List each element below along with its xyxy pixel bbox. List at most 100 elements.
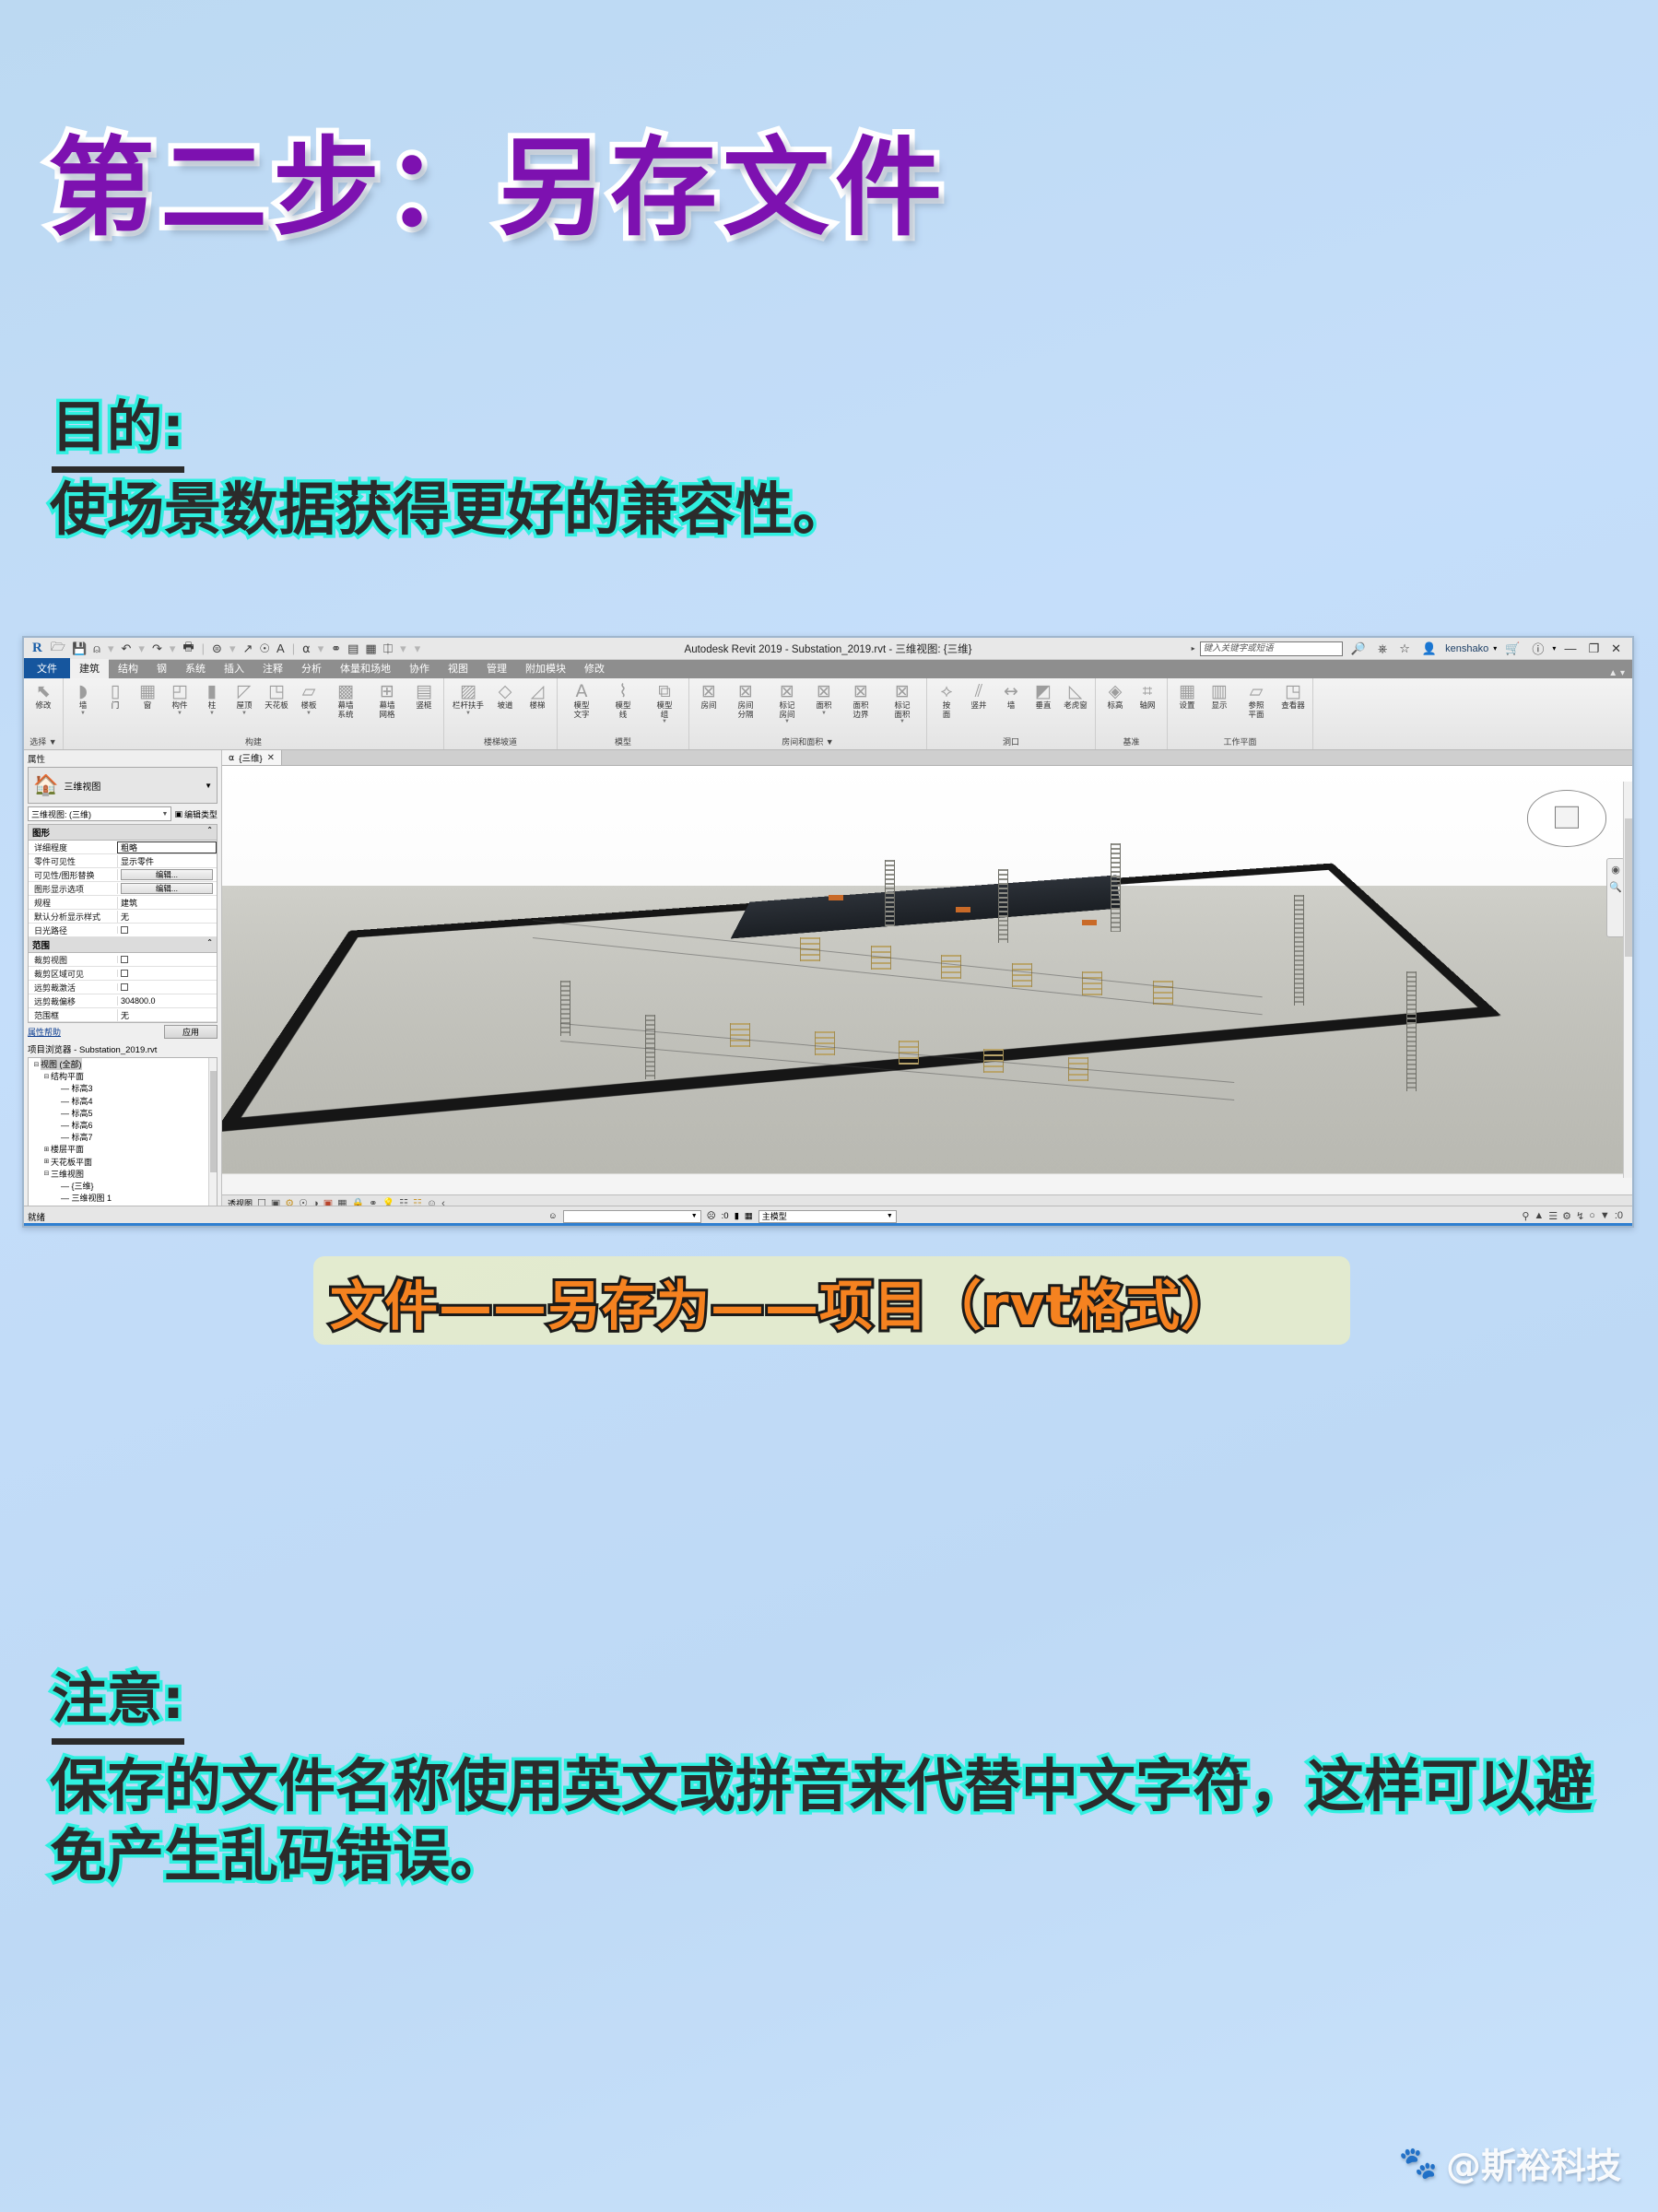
workset-combobox[interactable]: 主模型 ▼: [758, 1209, 897, 1223]
checkbox[interactable]: [121, 970, 128, 977]
ribbon-panels[interactable]: ⬉ 修改 选择 ▼ ◗ 墙 ▼ ▯ 门 ▦ 窗 ◰ 构件 ▼ ▮ 柱 ▼ ◸ 屋顶 ▼ ◳ 天花板 ▱ 楼板 ▼ ▩ 幕墙 系统 ⊞ 幕…: [24, 678, 1632, 750]
ribbon-button[interactable]: ⬉ 修改: [28, 681, 59, 711]
tab-massing-site[interactable]: 体量和场地: [331, 659, 400, 678]
property-row[interactable]: 范围框 无: [29, 1008, 217, 1022]
chevron-down-icon[interactable]: ▼: [177, 711, 182, 717]
tree-item[interactable]: ⊞ 楼层平面: [29, 1143, 217, 1155]
tree-item[interactable]: — {三维}: [29, 1180, 217, 1192]
collapse-icon[interactable]: ⊟: [32, 1061, 41, 1068]
type-selector-combobox[interactable]: 三维视图: (三维) ▼: [28, 806, 172, 821]
checkbox[interactable]: [121, 926, 128, 934]
property-value[interactable]: 建筑: [117, 896, 217, 909]
ribbon-button[interactable]: ⫽ 竖井: [963, 681, 994, 711]
tree-item[interactable]: ⊟ 结构平面: [29, 1070, 217, 1082]
tree-item[interactable]: ⊞ 天花板平面: [29, 1156, 217, 1168]
navigation-bar[interactable]: ◉ 🔍: [1606, 858, 1625, 937]
edit-type-button[interactable]: ▣ 编辑类型: [174, 808, 218, 820]
property-row[interactable]: 远剪裁激活: [29, 981, 217, 994]
property-value[interactable]: 304800.0: [117, 996, 217, 1006]
ribbon-button[interactable]: ◸ 屋顶 ▼: [229, 681, 260, 716]
property-edit-button[interactable]: 编辑...: [121, 869, 213, 880]
property-row[interactable]: 详细程度 粗略: [29, 841, 217, 854]
tree-item[interactable]: — 标高5: [29, 1107, 217, 1119]
cart-icon[interactable]: 🛒: [1501, 641, 1523, 656]
chevron-down-icon[interactable]: ▼: [306, 711, 312, 717]
tree-item[interactable]: — 标高3: [29, 1082, 217, 1094]
checkbox[interactable]: [121, 956, 128, 963]
tab-file[interactable]: 文件: [24, 658, 70, 678]
filter-icon[interactable]: ☺: [548, 1211, 558, 1221]
minimize-button[interactable]: —: [1560, 641, 1580, 655]
view-tab-bar[interactable]: ⍺ {三维} ✕: [222, 750, 1632, 766]
infocenter-expand-icon[interactable]: ▸: [1192, 644, 1195, 653]
properties-type-preview[interactable]: 🏠 三维视图 ▼: [28, 767, 218, 804]
expand-icon[interactable]: ⊞: [42, 1158, 51, 1165]
close-hidden-icon[interactable]: ▦: [363, 641, 378, 656]
tab-collaborate[interactable]: 协作: [400, 659, 439, 678]
ribbon-button[interactable]: ▯ 门: [100, 681, 131, 711]
tree-item[interactable]: ⊟ 视图 (全部): [29, 1058, 217, 1071]
property-value[interactable]: [117, 926, 217, 934]
undo-icon[interactable]: ↶: [120, 641, 134, 656]
ribbon-button[interactable]: ▦ 设置: [1171, 681, 1203, 711]
tab-view[interactable]: 视图: [439, 659, 477, 678]
property-value[interactable]: 无: [117, 910, 217, 923]
tab-insert[interactable]: 插入: [215, 659, 253, 678]
text-icon[interactable]: A: [275, 641, 287, 655]
tab-architecture[interactable]: 建筑: [70, 659, 109, 678]
chevron-up-icon[interactable]: ⌃: [206, 938, 213, 951]
drawing-canvas[interactable]: ⍺ {三维} ✕ ◉ 🔍 透视图 ☐ ▣ ⚙ ☉ ◑ ▣ ▦ 🔒 ⚭ 💡 ☷ ☷…: [222, 750, 1632, 1211]
chevron-up-icon[interactable]: ⌃: [206, 826, 213, 839]
project-browser-tree[interactable]: ⊟ 视图 (全部) ⊟ 结构平面 — 标高3— 标高4— 标高5— 标高6— 标高7 ⊞ 楼…: [28, 1057, 218, 1209]
3d-scene[interactable]: ◉ 🔍: [222, 766, 1632, 1194]
tab-modify[interactable]: 修改: [575, 659, 614, 678]
ribbon-button[interactable]: ◿ 楼梯: [522, 681, 553, 711]
chevron-down-icon[interactable]: ▼: [241, 711, 247, 717]
ribbon-button[interactable]: ⊠ 标记 房间 ▼: [767, 681, 807, 725]
print-icon[interactable]: 🖶: [181, 639, 195, 659]
ribbon-button[interactable]: ▱ 参照 平面: [1236, 681, 1276, 719]
property-row[interactable]: 默认分析显示样式 无: [29, 910, 217, 924]
section-icon[interactable]: ⚭: [329, 641, 343, 656]
switch-window-icon[interactable]: ⎅: [382, 641, 394, 656]
collapse-icon[interactable]: ⊟: [42, 1073, 51, 1080]
ribbon-button[interactable]: ▦ 窗: [132, 681, 163, 711]
help-icon[interactable]: ⓘ: [1528, 640, 1547, 657]
ribbon-button[interactable]: ⟡ 按面: [931, 681, 962, 719]
active-option-icon[interactable]: ⚙: [1562, 1210, 1571, 1222]
chevron-down-icon[interactable]: ▼: [209, 711, 215, 717]
ribbon-minimize-icon[interactable]: ▲ ▾: [1608, 668, 1632, 678]
view-cube[interactable]: [1527, 790, 1606, 847]
tab-structure[interactable]: 结构: [109, 659, 147, 678]
quick-access-toolbar[interactable]: 🗁 💾 ⍝ ▾ ↶ ▾ ↷ ▾ 🖶 | ⊜ ▾ ↗ ☉ A | ⍺ ▾ ⚭ ▤ ▦ ⎅ ▾ …: [49, 639, 423, 659]
ribbon-button[interactable]: ▤ 竖梃: [408, 681, 440, 711]
search-input[interactable]: 键入关键字或短语: [1199, 641, 1343, 656]
property-value[interactable]: 显示零件: [117, 854, 217, 867]
chevron-down-icon[interactable]: ▼: [900, 719, 905, 725]
ribbon-button[interactable]: ◰ 构件 ▼: [164, 681, 195, 716]
chevron-down-icon[interactable]: ▼: [80, 711, 86, 717]
ribbon-button[interactable]: ⊠ 面积 边界: [841, 681, 881, 719]
filter-count-icon[interactable]: ☹: [707, 1211, 716, 1221]
zoom-icon[interactable]: 🔍: [1609, 881, 1622, 893]
property-row[interactable]: 规程 建筑: [29, 896, 217, 910]
select-pinned-icon[interactable]: ○: [1589, 1210, 1595, 1222]
user-avatar-icon[interactable]: 👤: [1418, 641, 1440, 656]
properties-group-header[interactable]: 范围 ⌃: [29, 937, 217, 953]
ribbon-button[interactable]: ↔ 墙: [995, 681, 1027, 711]
steering-wheel-icon[interactable]: ◉: [1611, 864, 1620, 876]
property-row[interactable]: 日光路径: [29, 924, 217, 937]
model-updates-icon[interactable]: ▲: [1534, 1210, 1544, 1222]
ribbon-button[interactable]: ⧉ 模型组 ▼: [644, 681, 685, 725]
ribbon-button[interactable]: ⊠ 标记 面积 ▼: [882, 681, 923, 725]
filter-funnel-icon[interactable]: ▼: [1600, 1210, 1610, 1222]
property-row[interactable]: 图形显示选项 编辑...: [29, 882, 217, 896]
chevron-down-icon[interactable]: ▼: [465, 711, 471, 717]
chevron-down-icon[interactable]: ▼: [784, 719, 790, 725]
collapse-icon[interactable]: ⊟: [42, 1170, 51, 1177]
ribbon-button[interactable]: ▱ 楼板 ▼: [293, 681, 324, 716]
measure-icon[interactable]: ⊜: [210, 641, 224, 656]
tree-item[interactable]: — 标高6: [29, 1119, 217, 1131]
search-icon[interactable]: 🔎: [1347, 641, 1370, 656]
tree-item[interactable]: ⊟ 三维视图: [29, 1168, 217, 1180]
